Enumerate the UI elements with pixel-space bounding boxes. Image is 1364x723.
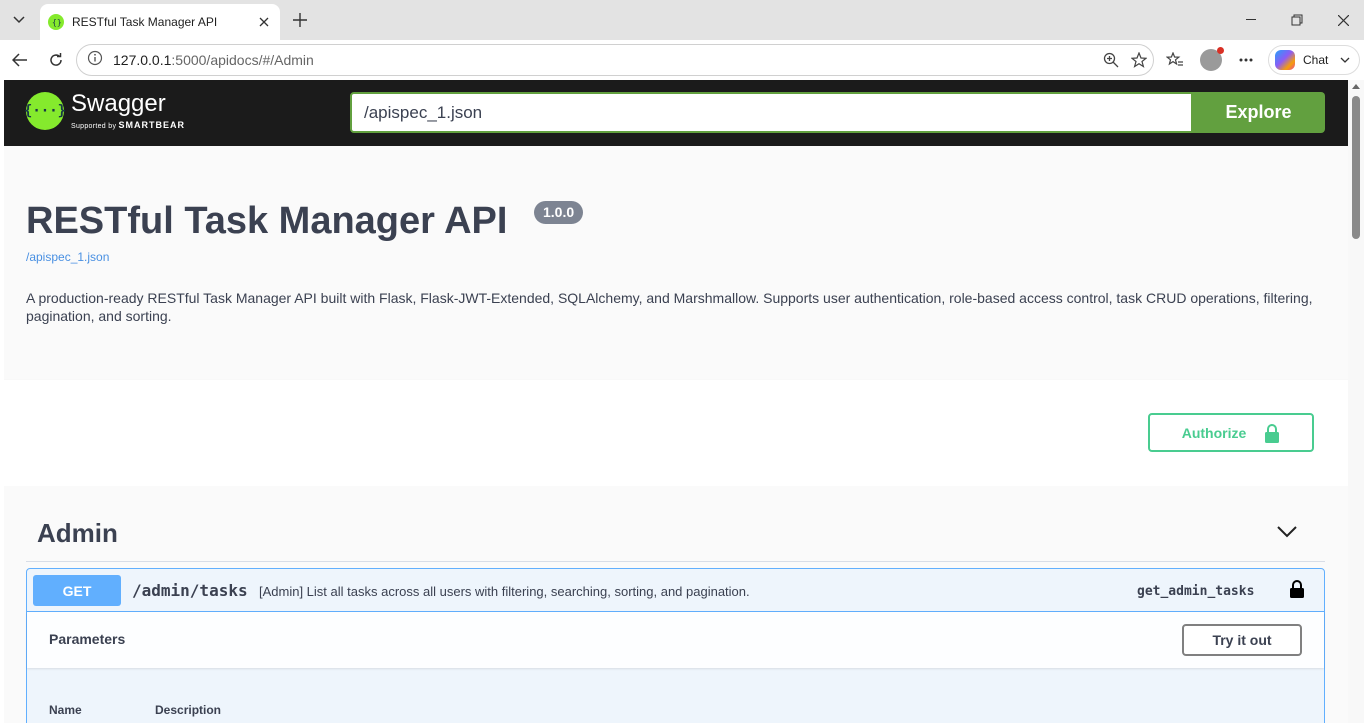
copilot-icon xyxy=(1275,50,1295,70)
back-icon[interactable] xyxy=(6,46,34,74)
method-badge: GET xyxy=(33,575,121,606)
explore-button[interactable]: Explore xyxy=(1192,92,1325,133)
more-menu-icon[interactable] xyxy=(1232,46,1260,74)
chevron-down-icon[interactable] xyxy=(1277,526,1297,538)
restore-icon[interactable] xyxy=(1274,0,1320,40)
favorite-star-icon[interactable] xyxy=(1125,46,1153,74)
operation-path: /admin/tasks xyxy=(132,581,248,600)
favorites-icon[interactable] xyxy=(1161,46,1189,74)
swagger-topbar: {···} Swagger Supported by SMARTBEAR /ap… xyxy=(4,80,1348,146)
authorize-button[interactable]: Authorize xyxy=(1148,413,1314,452)
spec-url-input[interactable]: /apispec_1.json xyxy=(350,92,1193,133)
minimize-icon[interactable] xyxy=(1228,0,1274,40)
swagger-logo-icon: {···} xyxy=(24,92,66,130)
site-info-icon[interactable] xyxy=(87,50,103,71)
chevron-down-icon xyxy=(1340,57,1350,63)
logo-sub-brand: SMARTBEAR xyxy=(118,120,185,130)
tab-list-icon[interactable] xyxy=(5,6,33,34)
lock-icon[interactable] xyxy=(1289,579,1305,599)
page-viewport: {···} Swagger Supported by SMARTBEAR /ap… xyxy=(4,80,1348,723)
logo-sub: Supported by SMARTBEAR xyxy=(71,120,185,130)
operation-summary[interactable]: GET /admin/tasks [Admin] List all tasks … xyxy=(27,569,1324,612)
url-text[interactable]: 127.0.0.1:5000/apidocs/#/Admin xyxy=(113,52,1097,68)
authorize-label: Authorize xyxy=(1181,424,1247,441)
chat-label: Chat xyxy=(1303,53,1329,67)
svg-text:{}: {} xyxy=(52,18,61,27)
close-window-icon[interactable] xyxy=(1320,0,1364,40)
lock-icon xyxy=(1265,423,1280,443)
page-scrollbar[interactable] xyxy=(1348,80,1364,723)
url-host: 127.0.0.1 xyxy=(113,52,172,68)
chat-button[interactable]: Chat xyxy=(1268,45,1360,75)
scheme-container: Authorize xyxy=(4,380,1348,486)
logo-name: Swagger xyxy=(71,90,166,117)
parameters-header: Parameters Try it out xyxy=(27,612,1324,668)
profile-avatar[interactable] xyxy=(1197,46,1225,74)
url-path: :5000/apidocs/#/Admin xyxy=(171,52,314,68)
logo-sub-prefix: Supported by xyxy=(71,123,117,130)
api-description: A production-ready RESTful Task Manager … xyxy=(26,290,1313,324)
browser-tab[interactable]: {} RESTful Task Manager API xyxy=(40,4,280,40)
api-title: RESTful Task Manager API xyxy=(26,200,508,242)
api-info: RESTful Task Manager API 1.0.0 /apispec_… xyxy=(4,146,1348,380)
try-it-out-button[interactable]: Try it out xyxy=(1182,624,1302,656)
operation-description: [Admin] List all tasks across all users … xyxy=(259,584,750,599)
tag-header-admin[interactable]: Admin xyxy=(26,508,1325,562)
browser-toolbar: 127.0.0.1:5000/apidocs/#/Admin Chat xyxy=(0,40,1364,80)
zoom-icon[interactable] xyxy=(1097,46,1125,74)
close-tab-icon[interactable] xyxy=(254,12,274,32)
swagger-favicon-icon: {} xyxy=(48,14,64,30)
version-badge: 1.0.0 xyxy=(534,201,584,224)
tag-name: Admin xyxy=(37,518,118,548)
parameters-title: Parameters xyxy=(49,631,126,647)
swagger-logo[interactable]: {···} Swagger Supported by SMARTBEAR xyxy=(24,90,185,130)
new-tab-icon[interactable] xyxy=(288,8,312,32)
column-header-description: Description xyxy=(155,703,222,717)
tab-title: RESTful Task Manager API xyxy=(72,15,218,29)
operations-section: Admin GET /admin/tasks [Admin] List all … xyxy=(4,486,1348,723)
operation-id: get_admin_tasks xyxy=(1137,584,1255,599)
browser-tab-bar: {} RESTful Task Manager API xyxy=(0,0,1364,40)
spec-link[interactable]: /apispec_1.json xyxy=(26,250,109,264)
scroll-up-icon[interactable] xyxy=(1352,84,1360,89)
scroll-thumb[interactable] xyxy=(1352,96,1360,239)
address-bar[interactable]: 127.0.0.1:5000/apidocs/#/Admin xyxy=(76,44,1154,76)
operation-block: GET /admin/tasks [Admin] List all tasks … xyxy=(26,568,1325,723)
reload-icon[interactable] xyxy=(42,46,70,74)
column-header-name: Name xyxy=(49,703,82,717)
